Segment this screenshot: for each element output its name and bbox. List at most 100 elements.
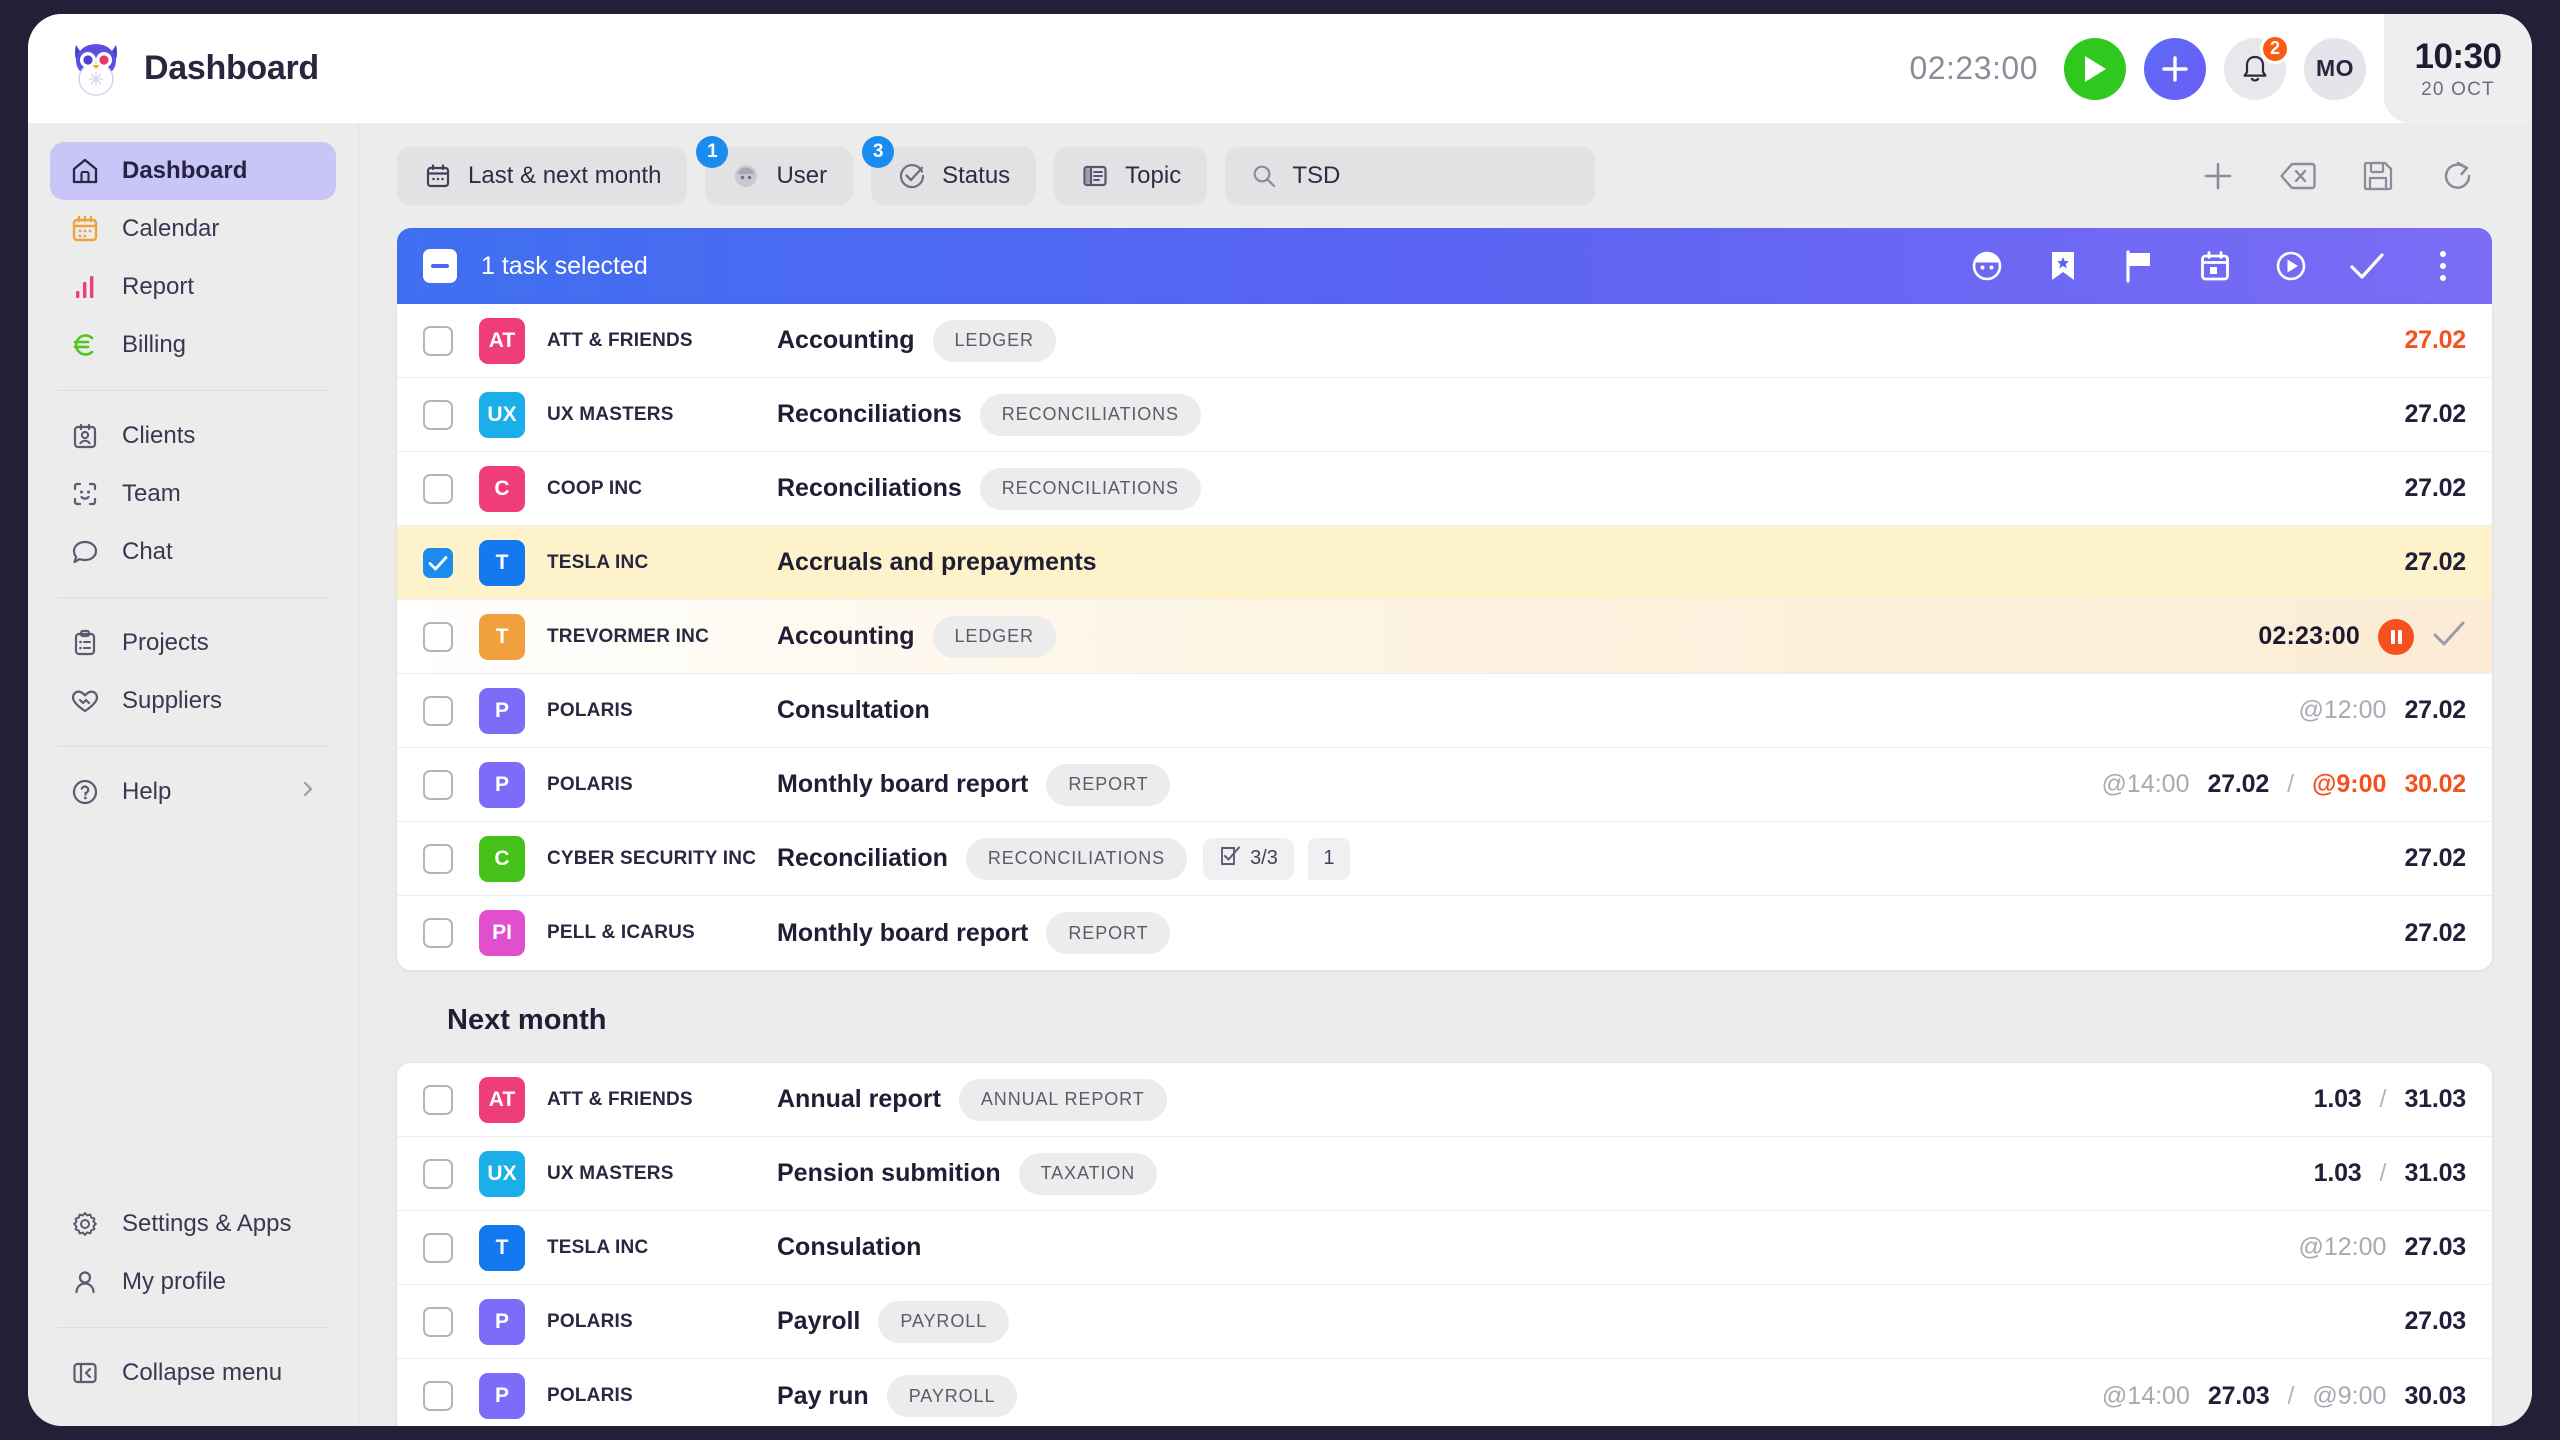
task-time: @12:00 <box>2298 1233 2387 1261</box>
task-row[interactable]: UX UX MASTERS Pension submition TAXATION 1.0… <box>397 1137 2492 1211</box>
task-due-date: 1.03 <box>2313 1085 2362 1113</box>
pause-icon[interactable] <box>2378 618 2414 655</box>
client-name: POLARIS <box>547 773 633 795</box>
task-group-current: AT ATT & FRIENDS Accounting LEDGER 27.02 UX UX… <box>397 304 2492 970</box>
sidebar-item-label: Clients <box>122 422 196 449</box>
person-icon <box>68 1265 102 1299</box>
more-vertical-icon[interactable] <box>2424 247 2462 285</box>
task-checkbox[interactable] <box>423 1306 453 1337</box>
sidebar-item-clients[interactable]: Clients <box>50 407 336 465</box>
assign-user-icon[interactable] <box>1968 247 2006 285</box>
sidebar-item-billing[interactable]: Billing <box>50 316 336 374</box>
client-avatar: AT <box>479 317 525 364</box>
task-row[interactable]: T TESLA INC Accruals and prepayments 27.02 <box>397 526 2492 600</box>
sidebar-item-settings[interactable]: Settings & Apps <box>50 1195 336 1253</box>
task-checkbox[interactable] <box>423 547 453 578</box>
sidebar-item-team[interactable]: Team <box>50 465 336 523</box>
backspace-clear-icon[interactable] <box>2278 156 2318 196</box>
sidebar-item-calendar[interactable]: Calendar <box>50 200 336 258</box>
task-row[interactable]: AT ATT & FRIENDS Accounting LEDGER 27.02 <box>397 304 2492 378</box>
task-row-meta: 1.03 / 31.03 <box>2313 1085 2467 1114</box>
save-icon[interactable] <box>2358 156 2398 196</box>
task-checkbox[interactable] <box>423 695 453 726</box>
client-name: CYBER SECURITY INC <box>547 847 757 869</box>
sidebar-item-chat[interactable]: Chat <box>50 523 336 581</box>
task-checkbox[interactable] <box>423 1381 453 1411</box>
question-circle-icon <box>68 775 102 809</box>
task-tag: RECONCILIATIONS <box>979 467 1201 510</box>
task-checkbox[interactable] <box>423 1232 453 1263</box>
task-checkbox[interactable] <box>423 918 453 948</box>
plus-icon <box>2162 55 2188 82</box>
filter-bar: Last & next month 1 User 3 Status Topic … <box>359 124 2532 228</box>
client-name: TREVORMER INC <box>547 625 709 647</box>
task-checkbox[interactable] <box>423 325 453 356</box>
sidebar-item-dashboard[interactable]: Dashboard <box>50 142 336 200</box>
filter-chip-status[interactable]: 3 Status <box>862 136 1037 205</box>
task-row[interactable]: UX UX MASTERS Reconciliations RECONCILIATIO… <box>397 378 2492 452</box>
task-row[interactable]: P POLARIS Pay run PAYROLL @14:00 27.03 / @9:00 3… <box>397 1359 2492 1426</box>
task-due-date: 27.02 <box>2404 474 2466 502</box>
task-row[interactable]: P POLARIS Payroll PAYROLL 27.03 <box>397 1285 2492 1359</box>
play-circle-icon[interactable] <box>2272 247 2310 285</box>
sidebar-item-help[interactable]: Help <box>50 763 336 821</box>
check-icon[interactable] <box>2432 620 2466 654</box>
client-avatar: UX <box>479 1150 525 1197</box>
sidebar-item-suppliers[interactable]: Suppliers <box>50 672 336 730</box>
task-timer-value: 02:23:00 <box>2258 622 2360 650</box>
task-checkbox[interactable] <box>423 843 453 874</box>
add-button[interactable] <box>2144 37 2206 100</box>
filter-chip-topic[interactable]: Topic <box>1054 147 1208 205</box>
checklist-icon <box>1219 845 1241 873</box>
task-row[interactable]: P POLARIS Monthly board report REPORT @14:00… <box>397 748 2492 822</box>
task-title: Monthly board report <box>777 918 1029 947</box>
task-row[interactable]: C CYBER SECURITY INC Reconciliation RECONCI… <box>397 822 2492 896</box>
notifications-button[interactable]: 2 <box>2224 33 2290 100</box>
task-row[interactable]: T TREVORMER INC Accounting LEDGER 02:23:00 <box>397 600 2492 674</box>
task-row-meta: @14:00 27.02 / @9:00 30.02 <box>2101 770 2467 799</box>
task-row[interactable]: C COOP INC Reconciliations RECONCILIATIONS 2… <box>397 452 2492 526</box>
client-name: UX MASTERS <box>547 403 674 425</box>
search-box[interactable] <box>1225 147 1596 205</box>
task-row[interactable]: PI PELL & ICARUS Monthly board report REPOR… <box>397 896 2492 970</box>
filter-chip-user[interactable]: 1 User <box>696 136 854 205</box>
task-checkbox[interactable] <box>423 621 453 652</box>
search-icon <box>1251 161 1277 191</box>
task-time: @14:00 <box>2101 770 2190 798</box>
collapse-menu-button[interactable]: Collapse menu <box>50 1344 336 1402</box>
task-time-secondary: @9:00 <box>2312 1381 2387 1410</box>
calendar-icon[interactable] <box>2196 247 2234 285</box>
add-task-button[interactable] <box>2198 156 2238 196</box>
check-icon[interactable] <box>2348 247 2386 285</box>
bookmark-star-icon[interactable] <box>2044 247 2082 285</box>
sidebar-item-my-profile[interactable]: My profile <box>50 1253 336 1311</box>
task-title: Accounting <box>777 326 915 354</box>
task-row[interactable]: P POLARIS Consultation @12:00 27.02 <box>397 674 2492 748</box>
task-row[interactable]: AT ATT & FRIENDS Annual report ANNUAL REPOR… <box>397 1063 2492 1137</box>
sidebar-item-projects[interactable]: Projects <box>50 614 336 672</box>
task-checkbox[interactable] <box>423 1158 453 1189</box>
refresh-icon[interactable] <box>2438 156 2478 196</box>
play-timer-button[interactable] <box>2064 37 2126 100</box>
task-checkbox[interactable] <box>423 399 453 430</box>
task-row-meta: @14:00 27.03 / @9:00 30.03 <box>2102 1382 2466 1411</box>
sidebar-item-report[interactable]: Report <box>50 258 336 316</box>
task-list-scroll[interactable]: 1 task selected AT ATT & FRIENDS Account… <box>359 228 2532 1426</box>
sidebar-divider <box>58 390 328 391</box>
task-checkbox[interactable] <box>423 1084 453 1115</box>
clipboard-icon <box>68 626 102 660</box>
app-window: Dashboard 02:23:00 2 MO 10:30 20 OCT Das… <box>28 14 2532 1426</box>
task-checkbox[interactable] <box>423 769 453 800</box>
indeterminate-checkbox[interactable] <box>423 249 457 283</box>
task-row[interactable]: T TESLA INC Consulation @12:00 27.03 <box>397 1211 2492 1285</box>
flag-icon[interactable] <box>2120 247 2158 285</box>
task-checkbox[interactable] <box>423 473 453 504</box>
clock-date: 20 OCT <box>2421 78 2495 100</box>
filter-chip-date-range[interactable]: Last & next month <box>397 147 688 205</box>
task-due-date-secondary: 30.03 <box>2404 1381 2466 1410</box>
task-due-date-secondary: 31.03 <box>2404 1085 2466 1113</box>
task-title: Reconciliations <box>777 474 962 502</box>
search-input[interactable] <box>1292 162 1570 190</box>
user-avatar[interactable]: MO <box>2304 37 2366 100</box>
